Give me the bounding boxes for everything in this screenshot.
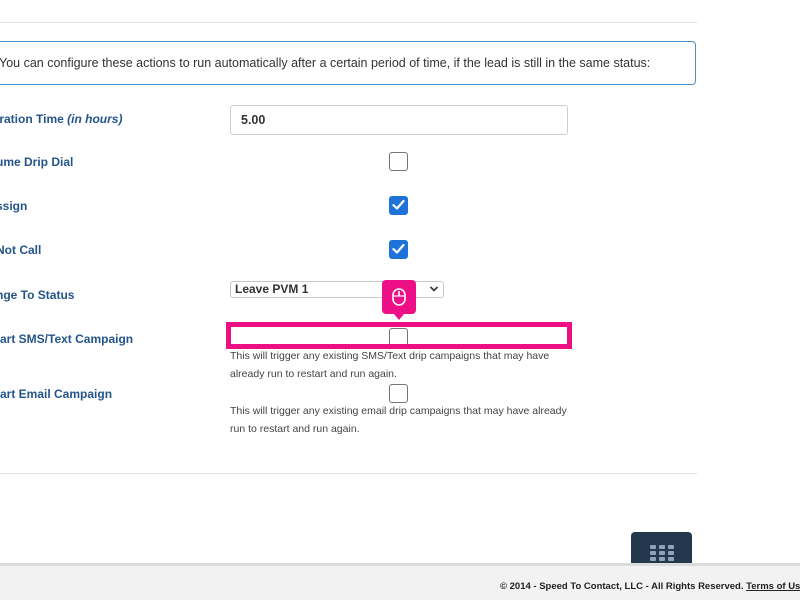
resume-drip-dial-checkbox[interactable] [389,152,408,171]
checkmark-icon [392,243,405,254]
expiration-time-input[interactable] [230,105,568,135]
do-not-call-label: Not Call [0,243,42,257]
target-highlight [226,322,572,349]
restart-email-checkbox[interactable] [389,384,408,403]
restart-email-help: This will trigger any existing email dri… [230,405,567,435]
change-status-value: Leave PVM 1 [235,282,309,296]
restart-sms-label: tart SMS/Text Campaign [0,332,134,346]
terms-of-use-link[interactable]: Terms of Use Pr [746,581,800,592]
chevron-down-icon [429,286,439,292]
info-text: You can configure these actions to run a… [0,56,651,70]
restart-sms-help: This will trigger any existing SMS/Text … [230,350,550,380]
do-not-call-checkbox[interactable] [389,240,408,259]
expiration-time-label: iration Time (in hours) [0,112,123,126]
grid-apps-icon [649,545,674,561]
footer-copyright: © 2014 - Speed To Contact, LLC - All Rig… [500,581,800,592]
resume-drip-dial-label: ume Drip Dial [0,155,74,169]
change-status-label: nge To Status [0,288,75,302]
top-divider [0,22,697,23]
checkmark-icon [392,199,405,210]
reassign-checkbox[interactable] [389,196,408,215]
info-panel: You can configure these actions to run a… [0,41,696,85]
reassign-label: ssign [0,199,28,213]
bottom-divider [0,473,697,474]
mouse-tooltip [382,280,416,320]
restart-email-label: tart Email Campaign [0,387,113,401]
mouse-icon [392,288,406,306]
